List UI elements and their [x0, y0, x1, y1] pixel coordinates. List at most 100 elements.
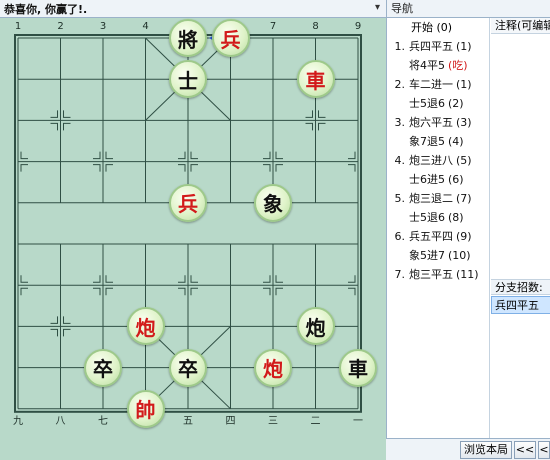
position-marker	[348, 164, 356, 172]
move-notation: 兵四平五	[409, 40, 453, 53]
move-notation: 炮六平五	[409, 116, 453, 129]
move-index: (1)	[456, 78, 472, 91]
move-list-item[interactable]: 士6进5 (6)	[387, 170, 489, 189]
position-marker	[50, 122, 58, 131]
dropdown-menu-icon[interactable]: ▾	[375, 2, 380, 13]
position-marker	[348, 151, 356, 160]
position-marker	[63, 122, 71, 131]
move-notation: 兵五平四	[409, 230, 453, 243]
position-marker	[93, 287, 101, 296]
move-list-item[interactable]: 3. 炮六平五 (3)	[387, 113, 489, 132]
move-notation: 炮三平五	[409, 268, 453, 281]
browse-game-button[interactable]: 浏览本局	[460, 441, 512, 459]
red-piece[interactable]: 兵	[169, 183, 207, 222]
position-marker	[105, 151, 113, 160]
move-index: (11)	[456, 268, 479, 281]
bottom-coordinate-label: 八	[56, 416, 66, 427]
move-list-item[interactable]: 士5退6 (8)	[387, 208, 489, 227]
branch-moves-label: 分支招数:	[491, 279, 550, 295]
position-marker	[105, 275, 113, 283]
move-notation: 炮三退二	[409, 192, 453, 205]
move-notation: 士6进5	[409, 173, 445, 186]
move-notation: 车二进一	[409, 78, 453, 91]
branch-move-item[interactable]: 兵四平五	[491, 296, 550, 314]
move-list[interactable]: 开始 (0) 1. 兵四平五 (1) 将4平5 (吃) 2. 车二进一 (1) 士5退6 (2) 3…	[387, 18, 490, 438]
position-marker	[263, 164, 271, 172]
position-marker	[263, 275, 271, 283]
move-number: 7.	[394, 268, 406, 281]
black-piece[interactable]: 象	[254, 183, 292, 222]
bottom-coordinate-label: 九	[13, 415, 23, 427]
game-status-title: 恭喜你, 你赢了!.	[4, 2, 88, 16]
red-piece[interactable]: 炮	[126, 307, 165, 346]
top-coordinate-label: 7	[270, 21, 276, 32]
position-marker	[318, 122, 326, 131]
move-index: (2)	[448, 97, 464, 110]
bottom-coordinate-label: 三	[268, 416, 278, 427]
xiangqi-board[interactable]: 123456789九八七六五四三二一 將兵士車兵象炮炮卒卒炮車帥	[0, 18, 386, 460]
black-piece[interactable]: 炮	[296, 307, 335, 346]
first-move-button[interactable]: <<	[514, 441, 536, 459]
branch-moves-list[interactable]: 兵四平五	[491, 296, 550, 436]
move-index: (6)	[448, 173, 464, 186]
black-piece[interactable]: 車	[339, 348, 377, 387]
position-marker	[50, 110, 58, 118]
position-marker	[190, 164, 198, 172]
bottom-coordinate-label: 一	[353, 416, 363, 427]
position-marker	[105, 164, 113, 172]
position-marker	[63, 110, 71, 118]
black-piece[interactable]: 卒	[169, 348, 207, 387]
move-list-item[interactable]: 6. 兵五平四 (9)	[387, 227, 489, 246]
position-marker	[318, 110, 326, 118]
position-marker	[63, 316, 71, 324]
move-list-item[interactable]: 士5退6 (2)	[387, 94, 489, 113]
move-number: 3.	[394, 116, 406, 129]
move-number: 2.	[394, 78, 406, 91]
move-list-item[interactable]: 2. 车二进一 (1)	[387, 75, 489, 94]
move-list-item[interactable]: 5. 炮三退二 (7)	[387, 189, 489, 208]
board-title-bar: 恭喜你, 你赢了!. ▾	[0, 0, 386, 18]
move-number: 1.	[394, 40, 406, 53]
bottom-coordinate-label: 七	[98, 415, 108, 427]
position-marker	[190, 287, 198, 296]
navigation-panel: 导航 开始 (0) 1. 兵四平五 (1) 将4平5 (吃) 2. 车二进一 (1) 士5退6(…	[386, 0, 550, 460]
position-marker	[50, 328, 58, 337]
move-list-item[interactable]: 4. 炮三进八 (5)	[387, 151, 489, 170]
red-piece[interactable]: 兵	[211, 19, 250, 57]
nav-bottom-toolbar: 浏览本局 << <	[386, 438, 550, 460]
move-list-item[interactable]: 1. 兵四平五 (1)	[387, 37, 489, 56]
black-piece[interactable]: 卒	[84, 348, 122, 387]
position-marker	[275, 287, 283, 296]
bottom-coordinate-label: 四	[226, 416, 236, 427]
move-list-item[interactable]: 象5进7 (10)	[387, 246, 489, 265]
black-piece[interactable]: 將	[169, 19, 207, 57]
red-piece[interactable]: 帥	[126, 389, 165, 428]
position-marker	[20, 275, 28, 283]
position-marker	[93, 151, 101, 160]
move-start-item[interactable]: 开始 (0)	[387, 18, 489, 37]
black-piece[interactable]: 士	[169, 60, 207, 99]
move-list-item[interactable]: 7. 炮三平五 (11)	[387, 265, 489, 284]
position-marker	[50, 316, 58, 324]
top-coordinate-label: 2	[57, 21, 63, 32]
position-marker	[275, 164, 283, 172]
position-marker	[20, 287, 28, 296]
app-window: 恭喜你, 你赢了!. ▾ 123456789九八七六五四三二一 將兵士車兵象炮炮…	[0, 0, 550, 460]
position-marker	[178, 151, 186, 160]
move-number: 4.	[394, 154, 406, 167]
move-notation: 象7退5	[409, 135, 445, 148]
position-marker	[93, 164, 101, 172]
move-number: 5.	[394, 192, 406, 205]
red-piece[interactable]: 炮	[254, 348, 292, 387]
position-marker	[178, 287, 186, 296]
move-list-item[interactable]: 象7退5 (4)	[387, 132, 489, 151]
red-piece[interactable]: 車	[296, 60, 335, 99]
move-list-item[interactable]: 将4平5 (吃)	[387, 56, 489, 75]
move-number: 6.	[394, 230, 406, 243]
bottom-coordinate-label: 二	[311, 416, 321, 427]
move-index: (9)	[456, 230, 472, 243]
position-marker	[178, 164, 186, 172]
previous-move-button[interactable]: <	[538, 441, 550, 459]
comment-label: 注释(可编辑	[491, 18, 550, 34]
move-index: (4)	[448, 135, 464, 148]
